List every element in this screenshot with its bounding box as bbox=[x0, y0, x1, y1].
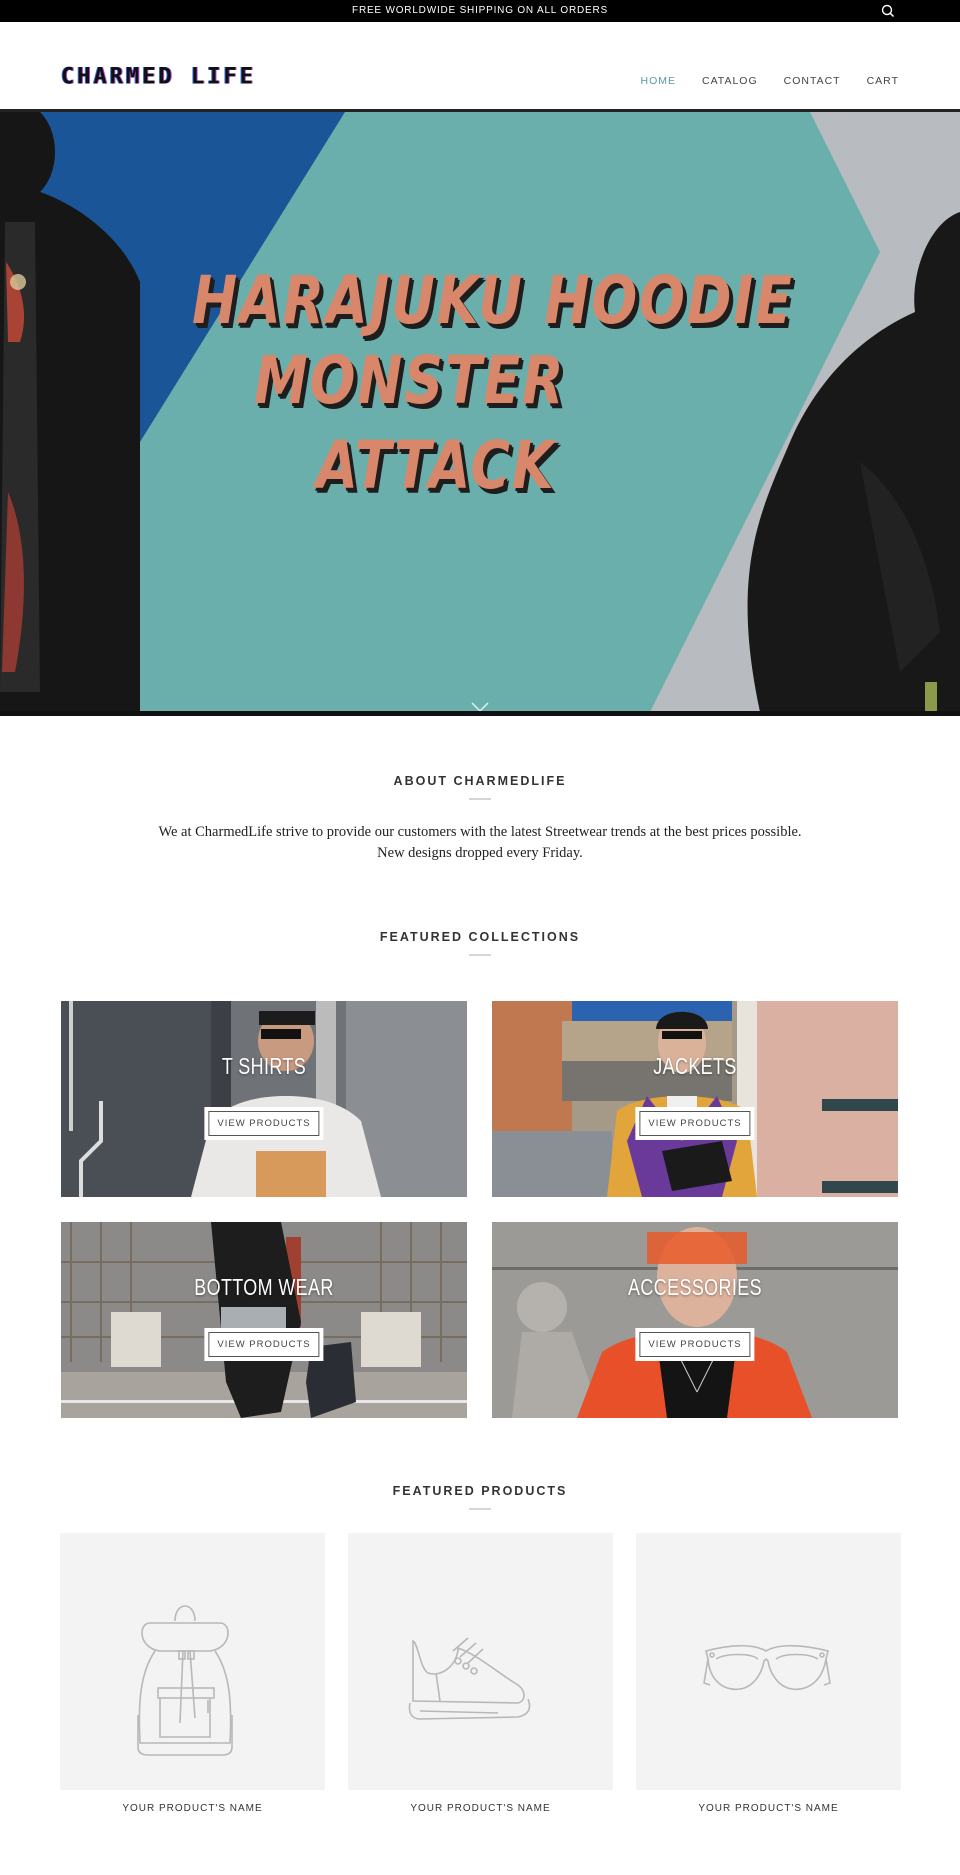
main-nav: HOME CATALOG CONTACT CART bbox=[641, 75, 900, 87]
product-image bbox=[636, 1533, 901, 1790]
featured-products-section: FEATURED PRODUCTS YOUR PRODUCT'S NAME YO… bbox=[0, 1418, 960, 1854]
backpack-icon bbox=[137, 1605, 233, 1756]
collection-card-t-shirts[interactable]: T SHIRTS VIEW PRODUCTS bbox=[61, 1001, 467, 1197]
nav-home[interactable]: HOME bbox=[641, 75, 677, 87]
featured-collections-section: FEATURED COLLECTIONS T SHIRTS VIEW PRODU… bbox=[0, 864, 960, 1418]
collection-title: BOTTOM WEAR bbox=[194, 1274, 334, 1300]
collection-card-jackets[interactable]: JACKETS VIEW PRODUCTS bbox=[492, 1001, 898, 1197]
hero-headline: HARAJUKU HOODIE MONSTER ATTACK bbox=[0, 112, 960, 711]
view-products-button[interactable]: VIEW PRODUCTS bbox=[635, 1328, 755, 1361]
product-image bbox=[60, 1533, 325, 1790]
collection-title: ACCESSORIES bbox=[628, 1274, 762, 1300]
collection-card-bottom-wear[interactable]: BOTTOM WEAR VIEW PRODUCTS bbox=[61, 1222, 467, 1418]
chevron-down-icon[interactable] bbox=[471, 702, 489, 712]
section-divider bbox=[469, 1508, 491, 1510]
collection-title: JACKETS bbox=[653, 1053, 737, 1079]
product-name[interactable]: YOUR PRODUCT'S NAME bbox=[348, 1803, 613, 1814]
nav-cart[interactable]: CART bbox=[867, 75, 899, 87]
about-section: ABOUT CHARMEDLIFE We at CharmedLife stri… bbox=[0, 716, 960, 864]
search-icon[interactable] bbox=[880, 3, 896, 19]
logo[interactable]: CHARMED LIFE bbox=[61, 65, 256, 90]
button-label: VIEW PRODUCTS bbox=[639, 1332, 751, 1357]
collection-title: T SHIRTS bbox=[221, 1053, 307, 1079]
products-grid: YOUR PRODUCT'S NAME YOUR PRODUCT'S NAME bbox=[60, 1533, 960, 1814]
announcement-text: FREE WORLDWIDE SHIPPING ON ALL ORDERS bbox=[352, 5, 608, 16]
collection-image bbox=[61, 1222, 467, 1418]
section-divider bbox=[469, 954, 491, 956]
hero-line-2: MONSTER bbox=[254, 342, 566, 419]
view-products-button[interactable]: VIEW PRODUCTS bbox=[204, 1107, 324, 1140]
collection-card-accessories[interactable]: ACCESSORIES VIEW PRODUCTS bbox=[492, 1222, 898, 1418]
sneaker-icon bbox=[408, 1637, 531, 1720]
button-label: VIEW PRODUCTS bbox=[208, 1111, 320, 1136]
hero-line-3: ATTACK bbox=[316, 427, 556, 504]
view-products-button[interactable]: VIEW PRODUCTS bbox=[635, 1107, 755, 1140]
nav-contact[interactable]: CONTACT bbox=[784, 75, 841, 87]
product-name[interactable]: YOUR PRODUCT'S NAME bbox=[60, 1803, 325, 1814]
section-divider bbox=[469, 798, 491, 800]
sunglasses-icon bbox=[703, 1644, 831, 1691]
announcement-bar: FREE WORLDWIDE SHIPPING ON ALL ORDERS bbox=[0, 0, 960, 22]
hero-banner[interactable]: HARAJUKU HOODIE MONSTER ATTACK bbox=[0, 112, 960, 716]
hero-line-1: HARAJUKU HOODIE bbox=[192, 262, 794, 339]
product-card[interactable]: YOUR PRODUCT'S NAME bbox=[348, 1533, 613, 1814]
view-products-button[interactable]: VIEW PRODUCTS bbox=[204, 1328, 324, 1361]
about-line-1: We at CharmedLife strive to provide our … bbox=[158, 824, 802, 840]
collections-title: FEATURED COLLECTIONS bbox=[379, 930, 581, 944]
button-label: VIEW PRODUCTS bbox=[639, 1111, 751, 1136]
collection-image bbox=[492, 1222, 898, 1418]
products-title: FEATURED PRODUCTS bbox=[392, 1484, 568, 1498]
product-image bbox=[348, 1533, 613, 1790]
about-line-2: New designs dropped every Friday. bbox=[377, 845, 583, 861]
product-card[interactable]: YOUR PRODUCT'S NAME bbox=[60, 1533, 325, 1814]
product-card[interactable]: YOUR PRODUCT'S NAME bbox=[636, 1533, 901, 1814]
about-title: ABOUT CHARMEDLIFE bbox=[393, 774, 567, 788]
collections-grid: T SHIRTS VIEW PRODUCTS JACKETS VIEW PROD… bbox=[61, 1001, 960, 1418]
product-name[interactable]: YOUR PRODUCT'S NAME bbox=[636, 1803, 901, 1814]
about-text: We at CharmedLife strive to provide our … bbox=[0, 822, 960, 864]
collection-image bbox=[61, 1001, 467, 1197]
site-header: CHARMED LIFE HOME CATALOG CONTACT CART bbox=[0, 22, 960, 112]
collection-image bbox=[492, 1001, 898, 1197]
nav-catalog[interactable]: CATALOG bbox=[702, 75, 758, 87]
button-label: VIEW PRODUCTS bbox=[208, 1332, 320, 1357]
